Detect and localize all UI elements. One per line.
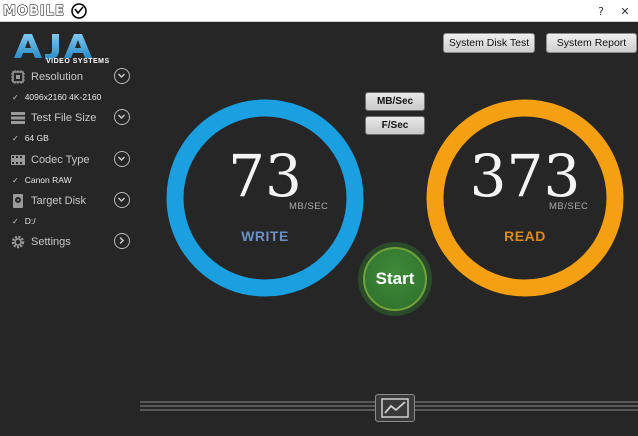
check-icon: ✓ [12, 92, 19, 102]
write-gauge: 73 MB/SEC WRITE [165, 98, 365, 298]
sidebar-item-label: Codec Type [31, 154, 90, 166]
start-label: Start [363, 247, 427, 311]
watermark-logo-icon [71, 3, 87, 19]
app-window: VIDEO SYSTEMS Resolution ✓ 4096x2160 4K-… [0, 22, 638, 436]
chip-icon [11, 70, 25, 84]
test-file-size-value: ✓ 64 GB [12, 133, 49, 143]
sidebar-item-label: Target Disk [31, 195, 87, 207]
chevron-down-icon[interactable] [114, 192, 130, 208]
resolution-value-text: 4096x2160 4K-2160 [24, 92, 102, 102]
frames-per-sec-toggle[interactable]: F/Sec [365, 116, 425, 135]
mb-per-sec-toggle[interactable]: MB/Sec [365, 92, 425, 111]
check-icon: ✓ [12, 216, 19, 226]
system-disk-test-button[interactable]: System Disk Test [443, 33, 535, 53]
graph-toggle-button[interactable] [375, 394, 415, 422]
gear-icon [11, 235, 25, 249]
aja-logo-mark [14, 34, 92, 59]
sidebar-item-target-disk[interactable]: Target Disk [10, 192, 132, 210]
write-label: WRITE [241, 228, 289, 244]
check-icon: ✓ [12, 175, 19, 185]
watermark: MOBILE [3, 2, 91, 20]
sidebar-item-label: Test File Size [31, 112, 97, 124]
line-graph-icon [381, 398, 409, 418]
codec-type-value-text: Canon RAW [24, 175, 72, 185]
codec-type-value: ✓ Canon RAW [12, 175, 72, 185]
test-file-size-value-text: 64 GB [24, 133, 49, 143]
sidebar-item-label: Resolution [31, 71, 83, 83]
read-label: READ [504, 228, 546, 244]
logo-subtitle: VIDEO SYSTEMS [46, 58, 110, 65]
write-value: 73 [228, 142, 302, 210]
start-button[interactable]: Start [358, 242, 432, 316]
chevron-down-icon[interactable] [114, 68, 130, 84]
stack-icon [11, 112, 25, 124]
sidebar-item-test-file-size[interactable]: Test File Size [10, 109, 132, 127]
read-unit: MB/SEC [549, 201, 589, 212]
chevron-down-icon[interactable] [114, 151, 130, 167]
sidebar-item-resolution[interactable]: Resolution [10, 68, 132, 86]
help-button[interactable]: ? [590, 0, 612, 22]
read-value: 373 [469, 142, 581, 210]
chevron-right-icon[interactable] [114, 233, 130, 249]
watermark-text: MOBILE [3, 3, 65, 19]
chevron-down-icon[interactable] [114, 109, 130, 125]
resolution-value: ✓ 4096x2160 4K-2160 [12, 92, 101, 102]
write-unit: MB/SEC [289, 201, 329, 212]
title-bar: MOBILE ? ✕ [0, 0, 638, 22]
check-icon: ✓ [12, 133, 19, 143]
sidebar-item-settings[interactable]: Settings [10, 233, 132, 251]
film-icon [11, 155, 25, 165]
disk-icon [13, 194, 23, 208]
system-report-button[interactable]: System Report [546, 33, 637, 53]
target-disk-value-text: D:/ [24, 216, 36, 226]
close-button[interactable]: ✕ [614, 0, 636, 22]
target-disk-value: ✓ D:/ [12, 216, 36, 226]
sidebar-item-label: Settings [31, 236, 71, 248]
read-gauge: 373 MB/SEC READ [425, 98, 625, 298]
sidebar-item-codec-type[interactable]: Codec Type [10, 151, 132, 169]
